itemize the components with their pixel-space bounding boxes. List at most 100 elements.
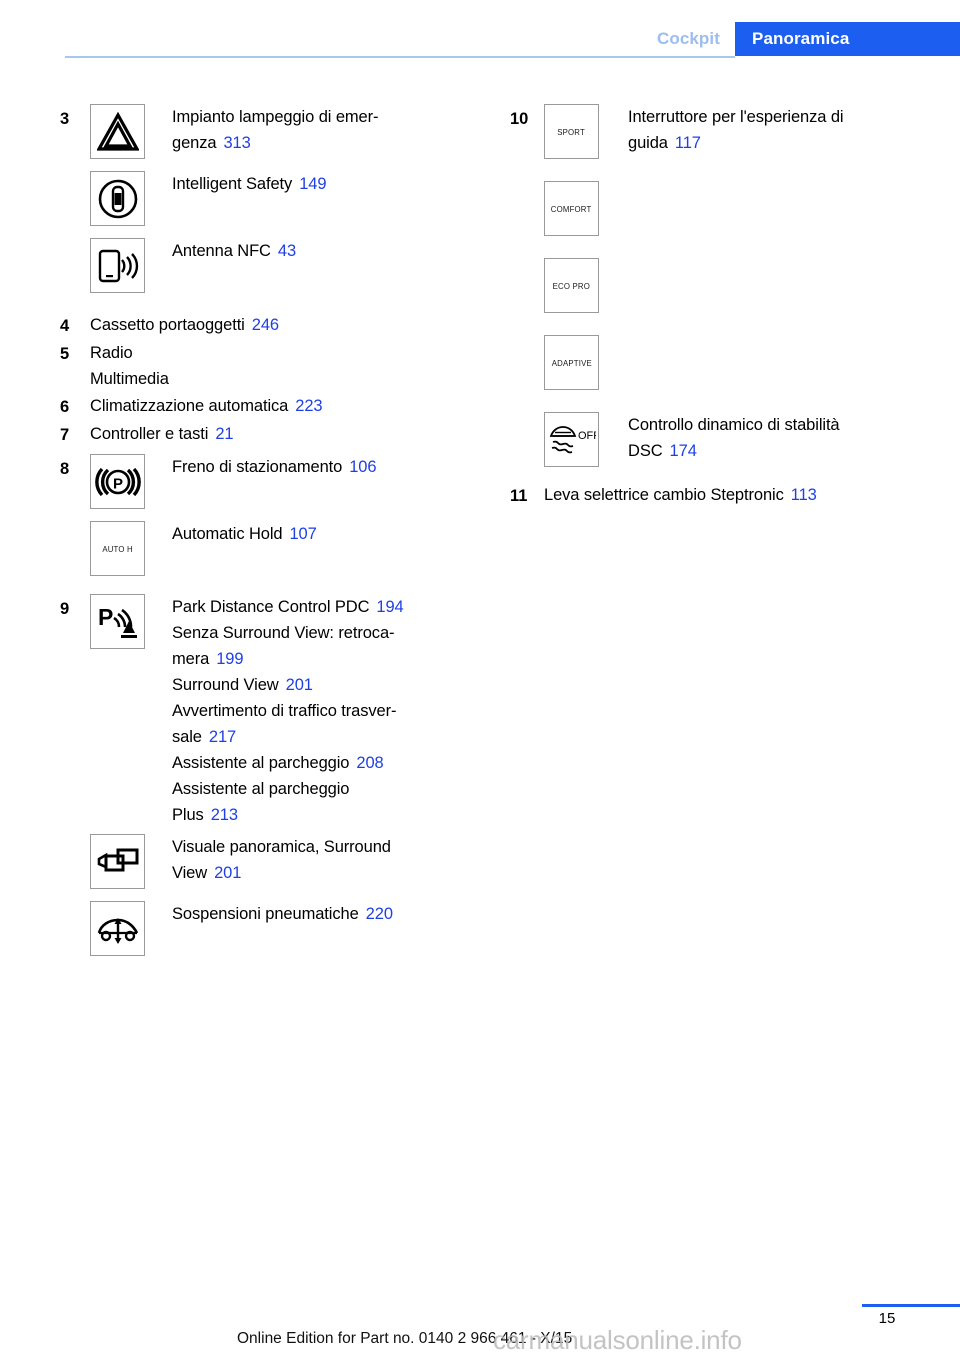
item-number: 3: [60, 110, 70, 128]
list-item: ADAPTIVE: [510, 335, 930, 390]
item-text: Radio Multimedia: [90, 339, 480, 392]
breadcrumb-panoramica[interactable]: Panoramica: [752, 29, 849, 49]
icon-cell: [90, 834, 172, 889]
page-reference[interactable]: 220: [366, 905, 393, 923]
list-item: ECO PRO: [510, 258, 930, 313]
item-text: Visuale panoramica, Surround View 201: [172, 834, 480, 886]
text-line: Antenna NFC: [172, 242, 271, 260]
page-reference[interactable]: 174: [670, 442, 697, 460]
text-line: Senza Surround View: retroca-: [172, 624, 395, 642]
item-text: Controller e tasti 21: [90, 420, 480, 447]
text-line: Assistente al parcheggio: [172, 754, 350, 772]
hazard-warning-triangle-icon: [90, 104, 145, 159]
item-text: Cassetto portaoggetti 246: [90, 311, 480, 338]
text-line: Climatizzazione automatica: [90, 397, 289, 415]
icon-cell: [90, 901, 172, 956]
nfc-antenna-icon: [90, 238, 145, 293]
parking-brake-icon: P: [90, 454, 145, 509]
text-line: Cassetto portaoggetti: [90, 316, 245, 334]
text-line: Radio: [90, 344, 133, 362]
page-reference[interactable]: 199: [216, 650, 243, 668]
text-line: Avvertimento di traffico trasver-: [172, 702, 397, 720]
text-line: Assistente al parcheggio: [172, 780, 350, 798]
item-text: Intelligent Safety 149: [172, 171, 480, 197]
breadcrumb-cockpit[interactable]: Cockpit: [657, 29, 720, 49]
site-watermark: carmanualsonline.info: [493, 1325, 742, 1355]
page-reference[interactable]: 217: [209, 728, 236, 746]
text-line: Park Distance Control PDC: [172, 598, 370, 616]
item-text: Climatizzazione automatica 223: [90, 392, 480, 419]
page-reference[interactable]: 201: [286, 676, 313, 694]
list-item: 11 Leva selettrice cambio Steptronic 113: [510, 481, 930, 509]
list-item: AUTO H Automatic Hold 107: [60, 521, 480, 576]
item-text: Park Distance Control PDC 194 Senza Surro…: [172, 594, 480, 828]
item-text: Antenna NFC 43: [172, 238, 480, 264]
intelligent-safety-car-circle-icon: [90, 171, 145, 226]
page-reference[interactable]: 313: [223, 134, 250, 152]
adaptive-mode-icon: ADAPTIVE: [544, 335, 599, 390]
page-reference[interactable]: 194: [376, 598, 403, 616]
list-item: Intelligent Safety 149: [60, 171, 480, 226]
item-number: 7: [60, 426, 70, 444]
item-number: 8: [60, 460, 70, 478]
text-line: Impianto lampeggio di emer-: [172, 108, 379, 126]
text-line: mera: [172, 650, 210, 668]
item-number: 4: [60, 317, 70, 335]
auto-hold-label: AUTO H: [102, 543, 133, 554]
item-text: Sospensioni pneumatiche 220: [172, 901, 480, 927]
air-suspension-icon: [90, 901, 145, 956]
list-item: 8 P Freno di stazionamento 106: [60, 454, 480, 509]
page-reference[interactable]: 43: [278, 242, 296, 260]
page-reference[interactable]: 246: [252, 316, 279, 334]
item-number: [510, 412, 544, 414]
item-number: [60, 901, 90, 903]
page-reference[interactable]: 149: [299, 175, 326, 193]
page-reference[interactable]: 21: [215, 425, 233, 443]
text-line: genza: [172, 134, 217, 152]
left-column: 3 Impianto lampeggio di emer- genza 313: [60, 104, 480, 956]
icon-cell: ECO PRO: [544, 258, 628, 313]
dsc-off-icon: OFF: [544, 412, 599, 467]
icon-cell: P: [90, 594, 172, 649]
icon-cell: ADAPTIVE: [544, 335, 628, 390]
item-number: [510, 258, 544, 260]
page-reference[interactable]: 213: [211, 806, 238, 824]
text-line: Automatic Hold: [172, 525, 283, 543]
text-line: Leva selettrice cambio Steptronic: [544, 486, 784, 504]
page-reference[interactable]: 106: [349, 458, 376, 476]
page-reference[interactable]: 107: [289, 525, 316, 543]
icon-cell: OFF: [544, 412, 628, 467]
item-number: 9: [60, 600, 70, 618]
text-line: sale: [172, 728, 202, 746]
item-number: [510, 181, 544, 183]
text-line: Visuale panoramica, Surround: [172, 838, 391, 856]
list-item: 7 Controller e tasti 21: [60, 420, 480, 448]
page-reference[interactable]: 201: [214, 864, 241, 882]
item-number: 6: [60, 398, 70, 416]
eco-pro-mode-icon: ECO PRO: [544, 258, 599, 313]
surround-view-camera-icon: [90, 834, 145, 889]
item-text: Leva selettrice cambio Steptronic 113: [544, 481, 930, 508]
list-item: COMFORT: [510, 181, 930, 236]
text-line: Interruttore per l'esperienza di: [628, 108, 844, 126]
icon-cell: [90, 171, 172, 226]
item-number: 5: [60, 345, 70, 363]
icon-cell: [90, 238, 172, 293]
item-number: [60, 521, 90, 523]
list-item: Visuale panoramica, Surround View 201: [60, 834, 480, 889]
page-number: 15: [878, 1310, 896, 1327]
icon-cell: [90, 104, 172, 159]
item-text: Controllo dinamico di stabilità DSC 174: [628, 412, 930, 464]
list-item: OFF Controllo dinamico di stabilità DSC 1…: [510, 412, 930, 467]
page-reference[interactable]: 117: [675, 134, 701, 152]
park-distance-control-icon: P: [90, 594, 145, 649]
page-reference[interactable]: 113: [791, 486, 817, 504]
page-reference[interactable]: 223: [295, 397, 322, 415]
icon-cell: P: [90, 454, 172, 509]
right-column: 10 SPORT Interruttore per l'esperienza d…: [510, 104, 930, 509]
page-reference[interactable]: 208: [356, 754, 383, 772]
list-item: 5 Radio Multimedia: [60, 339, 480, 392]
list-item: Sospensioni pneumatiche 220: [60, 901, 480, 956]
item-text: Freno di stazionamento 106: [172, 454, 480, 480]
footer-accent-rule: [862, 1304, 960, 1307]
